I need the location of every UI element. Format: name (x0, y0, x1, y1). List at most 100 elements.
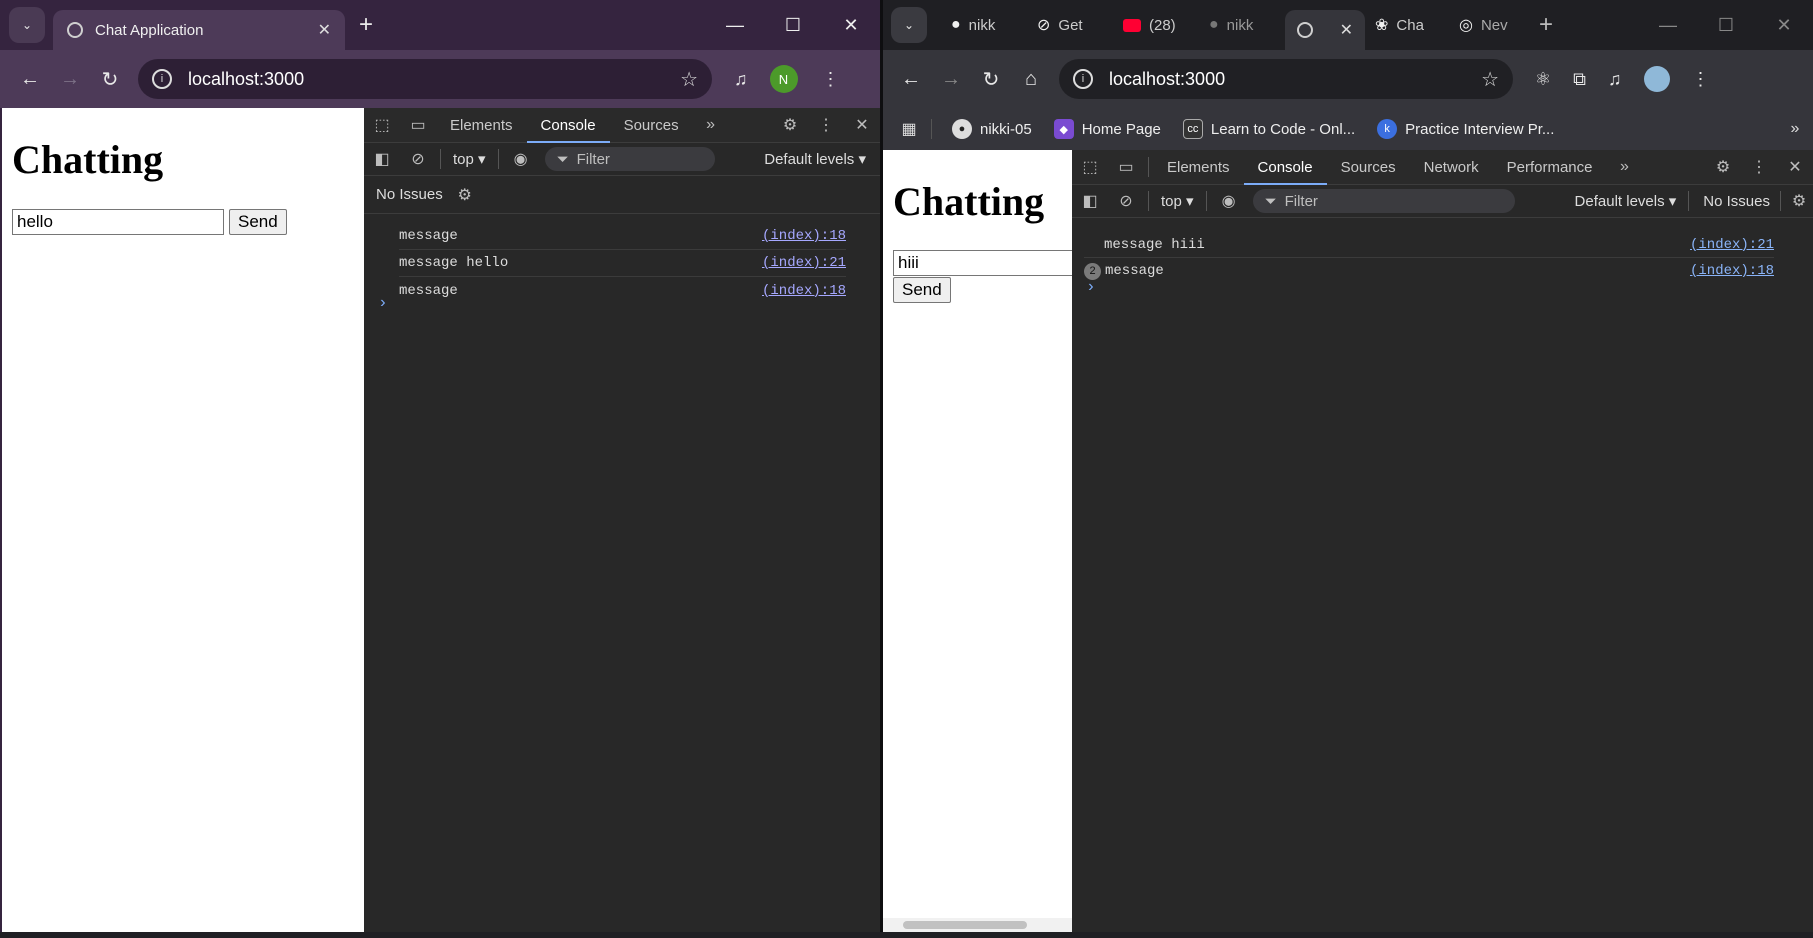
tab-new[interactable]: ◎ Nev (1449, 5, 1533, 45)
bookmark-nikki[interactable]: ● nikki-05 (952, 119, 1032, 139)
issues-count[interactable]: No Issues (376, 186, 443, 203)
minimize-icon[interactable]: — (1639, 15, 1697, 36)
log-source-link[interactable]: (index):18 (762, 283, 846, 299)
inspect-element-icon[interactable]: ⬚ (364, 115, 400, 135)
tab-github-1[interactable]: ● nikk (941, 5, 1027, 45)
address-bar[interactable]: i localhost:3000 ☆ (1059, 59, 1513, 99)
horizontal-scrollbar[interactable] (883, 918, 1072, 932)
issues-count[interactable]: No Issues (1703, 193, 1770, 210)
send-button[interactable]: Send (229, 209, 287, 235)
log-levels-label: Default levels (1574, 193, 1665, 210)
tab-chat-application[interactable]: Chat Application ✕ (53, 10, 345, 50)
close-window-icon[interactable]: ✕ (822, 15, 880, 36)
bookmark-label: nikki-05 (980, 120, 1032, 138)
message-input[interactable] (12, 209, 224, 235)
reload-icon[interactable]: ↻ (90, 67, 130, 92)
browser-menu-icon[interactable]: ⋮ (822, 69, 840, 90)
console-settings-icon[interactable]: ⚙ (447, 185, 483, 205)
address-bar[interactable]: i localhost:3000 ☆ (138, 59, 712, 99)
tab-github-2[interactable]: ● nikk (1199, 5, 1285, 45)
bookmark-practice-interview[interactable]: k Practice Interview Pr... (1377, 119, 1554, 139)
new-tab-icon[interactable]: + (1539, 11, 1553, 39)
chat-page: Chatting Send (883, 150, 1072, 932)
bookmark-home-page[interactable]: ◆ Home Page (1053, 119, 1161, 139)
close-devtools-icon[interactable]: ✕ (844, 115, 880, 135)
tab-sources[interactable]: Sources (610, 108, 693, 143)
browser-menu-icon[interactable]: ⋮ (1692, 69, 1710, 90)
log-levels-dropdown[interactable]: Default levels ▾ (764, 150, 866, 168)
bookmark-learn-to-code[interactable]: cc Learn to Code - Onl... (1182, 119, 1355, 139)
profile-avatar[interactable]: N (769, 65, 798, 93)
more-tabs-icon[interactable]: » (693, 116, 729, 134)
tab-performance[interactable]: Performance (1493, 150, 1607, 185)
back-icon[interactable]: ← (891, 68, 931, 91)
more-bookmarks-icon[interactable]: » (1777, 120, 1813, 138)
forward-icon[interactable]: → (50, 68, 90, 91)
bookmark-star-icon[interactable]: ☆ (1481, 67, 1499, 92)
sidebar-toggle-icon[interactable]: ◧ (1072, 191, 1108, 211)
react-devtools-icon[interactable]: ⚛ (1535, 69, 1551, 90)
chrome-icon: ◎ (1459, 17, 1473, 34)
message-input[interactable] (893, 250, 1072, 276)
tab-get[interactable]: ⊘ Get (1027, 5, 1113, 45)
clear-console-icon[interactable]: ⊘ (400, 149, 436, 169)
back-icon[interactable]: ← (10, 68, 50, 91)
tab-elements[interactable]: Elements (436, 108, 527, 143)
maximize-icon[interactable]: ☐ (764, 15, 822, 36)
close-window-icon[interactable]: ✕ (1755, 15, 1813, 36)
inspect-element-icon[interactable]: ⬚ (1072, 157, 1108, 177)
live-expression-eye-icon[interactable]: ◉ (503, 149, 539, 169)
maximize-icon[interactable]: ☐ (1697, 15, 1755, 36)
tab-console[interactable]: Console (526, 108, 610, 143)
log-levels-dropdown[interactable]: Default levels ▾ (1575, 192, 1677, 210)
log-source-link[interactable]: (index):21 (762, 255, 846, 271)
reload-icon[interactable]: ↻ (971, 67, 1011, 92)
profile-avatar-icon[interactable] (1643, 66, 1670, 92)
console-prompt-icon[interactable]: › (378, 294, 388, 312)
tab-sources[interactable]: Sources (1327, 150, 1410, 185)
device-toolbar-icon[interactable]: ▭ (1108, 157, 1144, 177)
log-source-link[interactable]: (index):18 (762, 228, 846, 244)
tab-elements[interactable]: Elements (1153, 150, 1244, 185)
tab-chatgpt[interactable]: ❀ Cha (1365, 5, 1449, 45)
new-tab-icon[interactable]: + (359, 11, 373, 39)
console-prompt-icon[interactable]: › (1086, 278, 1096, 296)
tab-localhost-active[interactable]: ✕ (1285, 10, 1365, 50)
log-source-link[interactable]: (index):21 (1690, 237, 1774, 253)
settings-gear-icon[interactable]: ⚙ (1705, 157, 1741, 177)
scrollbar-thumb[interactable] (903, 921, 1027, 929)
console-settings-icon[interactable]: ⚙ (1785, 191, 1813, 211)
send-button[interactable]: Send (893, 277, 951, 303)
clear-console-icon[interactable]: ⊘ (1108, 191, 1144, 211)
media-controls-icon[interactable]: ♫ (734, 69, 748, 90)
forward-icon[interactable]: → (931, 68, 971, 91)
tab-console[interactable]: Console (1243, 150, 1327, 185)
context-selector[interactable]: top ▾ (445, 150, 494, 168)
close-devtools-icon[interactable]: ✕ (1777, 157, 1813, 177)
site-info-icon[interactable]: i (152, 69, 172, 89)
device-toolbar-icon[interactable]: ▭ (400, 115, 436, 135)
context-selector[interactable]: top ▾ (1153, 192, 1202, 210)
filter-input[interactable]: ⏷ Filter (1252, 189, 1515, 213)
more-tabs-icon[interactable]: » (1607, 158, 1643, 176)
customize-menu-icon[interactable]: ⋮ (1741, 157, 1777, 177)
tab-search-chevron-icon[interactable]: ⌄ (9, 7, 45, 43)
sidebar-toggle-icon[interactable]: ◧ (364, 149, 400, 169)
tab-network[interactable]: Network (1410, 150, 1493, 185)
tab-youtube[interactable]: (28) (1113, 5, 1199, 45)
tab-search-chevron-icon[interactable]: ⌄ (891, 7, 927, 43)
close-tab-icon[interactable]: ✕ (318, 20, 331, 40)
home-icon[interactable]: ⌂ (1011, 68, 1051, 91)
apps-grid-icon[interactable]: ▦ (891, 119, 927, 139)
extensions-puzzle-icon[interactable]: ⧉ (1573, 69, 1586, 90)
settings-gear-icon[interactable]: ⚙ (772, 115, 808, 135)
log-source-link[interactable]: (index):18 (1690, 263, 1774, 279)
customize-menu-icon[interactable]: ⋮ (808, 115, 844, 135)
close-tab-icon[interactable]: ✕ (1340, 20, 1353, 40)
filter-input[interactable]: ⏷ Filter (544, 147, 715, 171)
live-expression-eye-icon[interactable]: ◉ (1211, 191, 1247, 211)
minimize-icon[interactable]: — (706, 15, 764, 36)
media-controls-icon[interactable]: ♫ (1608, 69, 1622, 90)
site-info-icon[interactable]: i (1073, 69, 1093, 89)
bookmark-star-icon[interactable]: ☆ (680, 67, 698, 92)
